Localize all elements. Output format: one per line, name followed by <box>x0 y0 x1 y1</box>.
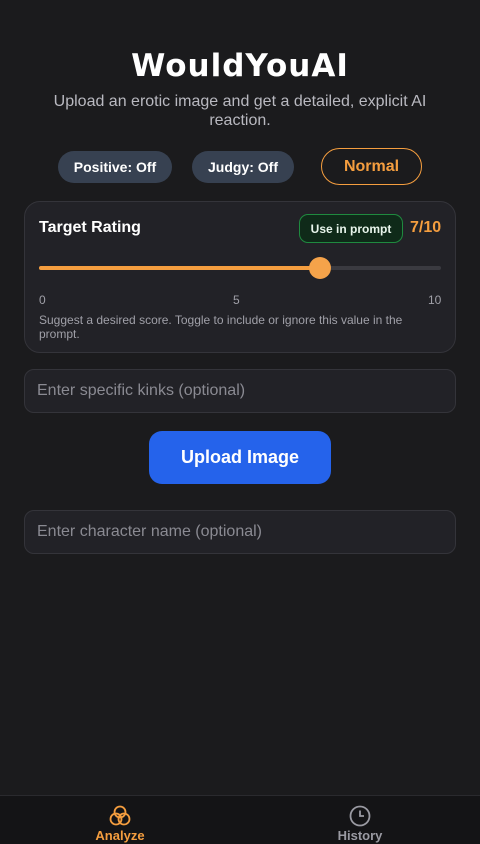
tick-label-min: 0 <box>39 293 46 307</box>
clock-icon <box>349 805 371 827</box>
three-circles-icon <box>109 805 131 826</box>
slider-fill <box>39 266 321 270</box>
target-rating-label: Target Rating <box>39 219 141 236</box>
slider-thumb[interactable] <box>309 257 332 279</box>
positive-toggle[interactable]: Positive: Off <box>58 151 172 183</box>
mode-button[interactable]: Normal <box>321 148 422 185</box>
character-name-input[interactable] <box>24 510 456 554</box>
target-rating-card: Target Rating Use in prompt 7/10 0 5 10 … <box>24 201 456 353</box>
tick-label-max: 10 <box>428 293 442 307</box>
nav-history[interactable]: History <box>240 796 480 844</box>
upload-image-button[interactable]: Upload Image <box>149 431 331 484</box>
bottom-nav: Analyze History <box>0 795 480 844</box>
rating-value: 7/10 <box>410 219 442 236</box>
kinks-input[interactable] <box>24 369 456 413</box>
tick-label-mid: 5 <box>233 293 240 307</box>
app-title: WouldYouAI <box>131 48 349 84</box>
rating-hint: Suggest a desired score. Toggle to inclu… <box>39 313 403 341</box>
app-subtitle: Upload an erotic image and get a detaile… <box>53 93 427 129</box>
rating-slider[interactable] <box>39 257 441 279</box>
nav-history-label: History <box>337 828 383 843</box>
nav-analyze[interactable]: Analyze <box>0 796 240 844</box>
judgy-toggle[interactable]: Judgy: Off <box>192 151 294 183</box>
use-in-prompt-toggle[interactable]: Use in prompt <box>299 214 403 243</box>
nav-analyze-label: Analyze <box>95 828 145 843</box>
